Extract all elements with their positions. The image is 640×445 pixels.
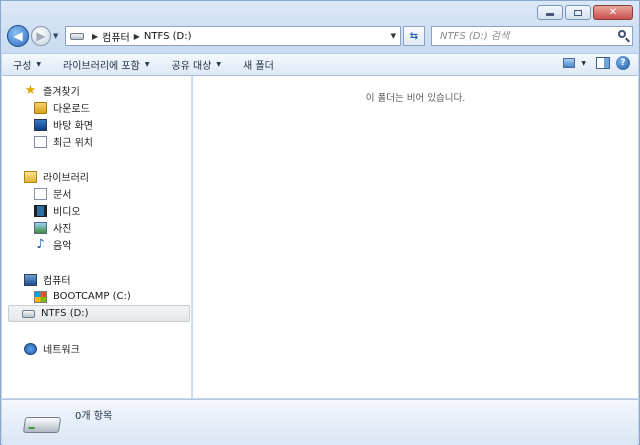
command-bar: 구성 ▼ 라이브러리에 포함 ▼ 공유 대상 ▼ 새 폴더 ▼ ?: [2, 53, 638, 76]
view-options-dropdown-icon[interactable]: ▼: [581, 60, 586, 67]
forward-button[interactable]: ▶: [31, 26, 51, 46]
windows-drive-icon: [34, 290, 47, 303]
caption-buttons: ✕: [537, 5, 633, 20]
breadcrumb-separator-icon[interactable]: ▶: [134, 32, 140, 41]
music-note-icon: ♪: [36, 236, 45, 252]
favorites-star-icon: ★: [24, 82, 37, 98]
chevron-down-icon: ▼: [216, 61, 222, 68]
help-icon[interactable]: ?: [616, 56, 630, 70]
navigation-bar: ◀ ▶ ▼ ▶ 컴퓨터 ▶ NTFS (D:) ▼ ⇆: [7, 23, 633, 49]
command-label: 새 폴더: [243, 61, 274, 72]
explorer-window: ✕ ◀ ▶ ▼ ▶ 컴퓨터 ▶ NTFS (D:) ▼ ⇆ 구성 ▼ 라이브러리…: [0, 0, 640, 445]
search-input[interactable]: [440, 30, 590, 42]
sidebar-item-label: 다운로드: [53, 104, 90, 115]
sidebar-item-label: 음악: [53, 241, 72, 252]
address-history-dropdown-icon[interactable]: ▼: [391, 32, 396, 40]
organize-menu[interactable]: 구성 ▼: [2, 54, 52, 75]
command-label: 구성: [13, 61, 32, 72]
desktop-icon: [34, 118, 47, 131]
sidebar-item-ntfs-drive[interactable]: NTFS (D:): [8, 305, 190, 322]
drive-icon: [70, 32, 84, 40]
folder-tree: ★ 즐겨찾기 다운로드 바탕 화면 최근 위치 라이브러리 문서 비디오 사진 …: [2, 82, 191, 357]
recent-pages-button[interactable]: ▼: [53, 32, 63, 40]
documents-icon: [34, 187, 47, 200]
favorites-label: 즐겨찾기: [43, 87, 80, 98]
address-bar[interactable]: ▶ 컴퓨터 ▶ NTFS (D:) ▼: [65, 26, 401, 46]
breadcrumb-ntfs-drive[interactable]: NTFS (D:): [144, 31, 192, 42]
search-icon[interactable]: [618, 30, 626, 38]
forward-arrow-icon: ▶: [36, 29, 46, 43]
breadcrumb-separator-icon[interactable]: ▶: [92, 32, 98, 41]
preview-pane-icon[interactable]: [596, 57, 610, 69]
details-pane: 0개 항목: [2, 399, 638, 445]
videos-icon: [34, 204, 47, 217]
sidebar-item-bootcamp-drive[interactable]: BOOTCAMP (C:): [2, 288, 191, 305]
minimize-button[interactable]: [537, 5, 563, 20]
computer-node[interactable]: 컴퓨터: [2, 271, 191, 288]
computer-label: 컴퓨터: [43, 276, 71, 287]
maximize-icon: [574, 9, 582, 16]
navigation-pane: ★ 즐겨찾기 다운로드 바탕 화면 최근 위치 라이브러리 문서 비디오 사진 …: [2, 76, 192, 398]
sidebar-item-label: 문서: [53, 190, 72, 201]
chevron-down-icon: ▼: [53, 32, 59, 40]
breadcrumb-computer[interactable]: 컴퓨터: [102, 29, 130, 44]
back-arrow-icon: ◀: [13, 29, 23, 43]
sidebar-item-recent-places[interactable]: 최근 위치: [2, 133, 191, 150]
libraries-node[interactable]: 라이브러리: [2, 168, 191, 185]
sidebar-item-label: BOOTCAMP (C:): [53, 291, 131, 302]
sidebar-item-desktop[interactable]: 바탕 화면: [2, 116, 191, 133]
item-count: 0개 항목: [75, 411, 113, 422]
file-list[interactable]: 이 폴더는 비어 있습니다.: [193, 76, 638, 398]
sidebar-item-downloads[interactable]: 다운로드: [2, 99, 191, 116]
new-folder-button[interactable]: 새 폴더: [232, 54, 285, 75]
command-label: 라이브러리에 포함: [63, 61, 140, 72]
sidebar-item-label: 사진: [53, 224, 72, 235]
change-view-icon[interactable]: [563, 58, 576, 68]
sidebar-item-label: 최근 위치: [53, 138, 93, 149]
include-in-library-menu[interactable]: 라이브러리에 포함 ▼: [52, 54, 160, 75]
close-button[interactable]: ✕: [593, 5, 633, 20]
drive-icon: [22, 309, 35, 318]
downloads-folder-icon: [34, 101, 47, 114]
libraries-icon: [24, 170, 37, 183]
sidebar-item-pictures[interactable]: 사진: [2, 219, 191, 236]
sidebar-item-label: 바탕 화면: [53, 121, 93, 132]
recent-places-icon: [34, 135, 47, 148]
pictures-icon: [34, 221, 47, 234]
sidebar-item-videos[interactable]: 비디오: [2, 202, 191, 219]
refresh-icon: ⇆: [409, 30, 419, 42]
sidebar-item-documents[interactable]: 문서: [2, 185, 191, 202]
back-button[interactable]: ◀: [7, 25, 29, 47]
drive-large-icon: [22, 417, 62, 433]
chevron-down-icon: ▼: [144, 61, 150, 68]
sidebar-item-music[interactable]: ♪ 음악: [2, 236, 191, 253]
command-label: 공유 대상: [171, 61, 212, 72]
computer-icon: [24, 273, 37, 286]
refresh-button[interactable]: ⇆: [403, 26, 425, 46]
share-with-menu[interactable]: 공유 대상 ▼: [160, 54, 232, 75]
libraries-label: 라이브러리: [43, 173, 89, 184]
sidebar-item-label: NTFS (D:): [41, 308, 89, 319]
empty-folder-message: 이 폴더는 비어 있습니다.: [365, 93, 466, 104]
sidebar-item-label: 비디오: [53, 207, 81, 218]
network-node[interactable]: 네트워크: [2, 340, 191, 357]
network-icon: [24, 342, 37, 355]
close-icon: ✕: [608, 6, 618, 18]
view-controls: ▼ ?: [563, 56, 630, 70]
chevron-down-icon: ▼: [36, 61, 42, 68]
search-box[interactable]: [431, 26, 633, 46]
network-label: 네트워크: [43, 345, 80, 356]
minimize-icon: [546, 13, 554, 16]
favorites-node[interactable]: ★ 즐겨찾기: [2, 82, 191, 99]
maximize-button[interactable]: [565, 5, 591, 20]
